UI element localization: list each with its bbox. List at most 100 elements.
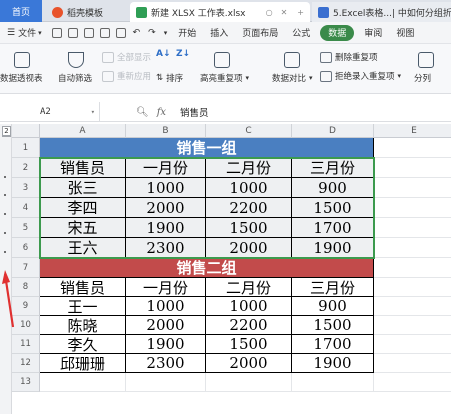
group1-data-cell[interactable]: 2200 [206,198,292,218]
formula-input[interactable]: 销售员 [180,102,209,122]
group1-data-cell[interactable]: 2000 [206,238,292,258]
open-icon[interactable] [51,27,62,38]
zoom-search-icon[interactable]: 🔍︎ [136,107,149,118]
group1-data-cell[interactable]: 1000 [126,178,206,198]
redo-icon[interactable]: ↷ [148,28,156,38]
column-header-d[interactable]: D [292,124,374,138]
empty-cell[interactable] [374,335,451,354]
tab-close-icon[interactable]: ✕ [281,8,288,17]
group1-data-cell[interactable]: 1900 [292,238,374,258]
group2-data-cell[interactable]: 王一 [40,297,126,316]
menu-insert[interactable]: 插入 [203,22,235,44]
group2-data-cell[interactable]: 1500 [206,335,292,354]
empty-cell[interactable] [374,297,451,316]
empty-cell[interactable] [374,198,451,218]
highlight-duplicates-button[interactable]: 高亮重复项 ▾ [200,72,249,84]
fx-icon[interactable]: fx [157,107,166,118]
row-header-11[interactable]: 11 [12,335,40,354]
group2-header-cell[interactable]: 二月份 [206,278,292,297]
group2-data-cell[interactable]: 900 [292,297,374,316]
tab-home[interactable]: 首页 [0,0,42,22]
row-header-12[interactable]: 12 [12,354,40,373]
group1-title-cell[interactable]: 销售一组 [40,138,374,158]
column-header-c[interactable]: C [206,124,292,138]
empty-cell[interactable] [374,138,451,158]
group1-data-cell[interactable]: 宋五 [40,218,126,238]
group2-data-cell[interactable]: 陈晓 [40,316,126,335]
group2-data-cell[interactable]: 2300 [126,354,206,373]
empty-cell[interactable] [40,373,126,392]
group2-data-cell[interactable]: 1900 [292,354,374,373]
autofilter-button[interactable]: 自动筛选 [58,72,92,84]
group1-header-cell[interactable]: 销售员 [40,158,126,178]
empty-cell[interactable] [374,218,451,238]
group1-data-cell[interactable]: 900 [292,178,374,198]
menu-review[interactable]: 审阅 [357,22,389,44]
group2-data-cell[interactable]: 1500 [292,316,374,335]
empty-cell[interactable] [374,278,451,297]
chevron-down-icon[interactable]: ▾ [91,108,95,116]
sort-asc-icon[interactable]: A↓ [156,49,171,59]
menu-formula[interactable]: 公式 [285,22,317,44]
empty-cell[interactable] [374,238,451,258]
group1-header-cell[interactable]: 三月份 [292,158,374,178]
empty-cell[interactable] [374,354,451,373]
clipboard-icon[interactable] [115,27,126,38]
group2-data-cell[interactable]: 1000 [126,297,206,316]
tab-current-workbook[interactable]: 新建 XLSX 工作表.xlsx ○ ✕ + [130,2,310,22]
group1-data-cell[interactable]: 张三 [40,178,126,198]
group1-data-cell[interactable]: 1900 [126,218,206,238]
print-preview-icon[interactable] [99,27,110,38]
row-header-13[interactable]: 13 [12,373,40,392]
more-chevron-icon[interactable]: ▾ [164,29,168,37]
print-icon[interactable] [83,27,94,38]
group2-data-cell[interactable]: 邱珊珊 [40,354,126,373]
group1-header-cell[interactable]: 二月份 [206,158,292,178]
empty-cell[interactable] [374,158,451,178]
save-icon[interactable] [67,27,78,38]
group1-data-cell[interactable]: 1000 [206,178,292,198]
menu-view[interactable]: 视图 [389,22,421,44]
tab-docer[interactable]: 稻壳模板 [46,2,128,22]
tab-pin-icon[interactable]: ○ [266,8,273,17]
group1-data-cell[interactable]: 2300 [126,238,206,258]
group1-data-cell[interactable]: 1500 [206,218,292,238]
tab-word-doc[interactable]: 5.Excel表格...| 中如何分组折叠 [312,2,451,22]
group1-data-cell[interactable]: 王六 [40,238,126,258]
column-header-b[interactable]: B [126,124,206,138]
empty-cell[interactable] [292,373,374,392]
reject-duplicates-button[interactable]: 拒绝录入重复项 ▾ [320,70,401,82]
remove-duplicates-button[interactable]: 删除重复项 [320,51,378,63]
column-header-e[interactable]: E [374,124,451,138]
group1-data-cell[interactable]: 李四 [40,198,126,218]
column-header-a[interactable]: A [40,124,126,138]
group2-header-cell[interactable]: 销售员 [40,278,126,297]
group2-data-cell[interactable]: 1000 [206,297,292,316]
group1-data-cell[interactable]: 1500 [292,198,374,218]
group2-data-cell[interactable]: 2200 [206,316,292,335]
sort-button[interactable]: ⇅ 排序 [156,72,183,84]
group1-header-cell[interactable]: 一月份 [126,158,206,178]
split-column-button[interactable]: 分列 [414,72,431,84]
new-tab-icon[interactable]: + [297,8,304,17]
group2-header-cell[interactable]: 三月份 [292,278,374,297]
group1-data-cell[interactable]: 1700 [292,218,374,238]
pivot-table-button[interactable]: 数据透视表 [0,72,43,84]
empty-cell[interactable] [374,258,451,278]
empty-cell[interactable] [206,373,292,392]
empty-cell[interactable] [374,178,451,198]
menu-start[interactable]: 开始 [171,22,203,44]
sort-desc-icon[interactable]: Z↓ [176,49,190,59]
group2-data-cell[interactable]: 1900 [126,335,206,354]
group2-data-cell[interactable]: 2000 [126,316,206,335]
empty-cell[interactable] [374,373,451,392]
group2-data-cell[interactable]: 2000 [206,354,292,373]
group2-header-cell[interactable]: 一月份 [126,278,206,297]
name-box[interactable]: A2 ▾ [0,102,100,122]
menu-file[interactable]: ☰ 文件 ▾ [0,22,49,44]
data-compare-button[interactable]: 数据对比 ▾ [272,72,313,84]
group2-data-cell[interactable]: 李久 [40,335,126,354]
menu-data[interactable]: 数据 [320,24,355,41]
reapply-button[interactable]: 重新应用 [102,70,151,82]
show-all-button[interactable]: 全部显示 [102,51,151,63]
